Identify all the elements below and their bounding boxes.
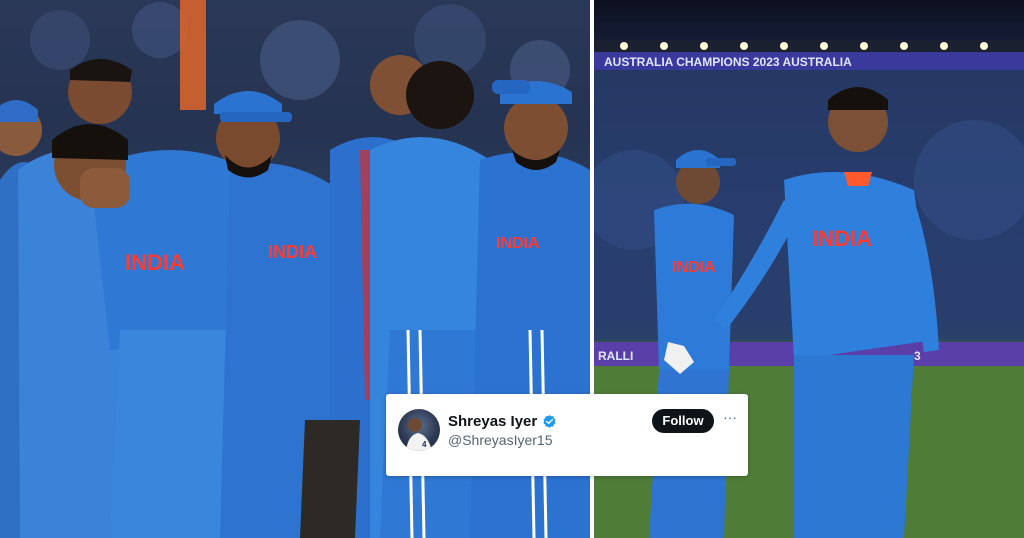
more-options-icon[interactable]: ··· [722, 410, 738, 427]
stadium-lights [594, 40, 1024, 52]
left-jersey-text-3: INDIA [496, 235, 540, 252]
right-jersey-text-2: INDIA [812, 226, 872, 251]
avatar-image: 4 [406, 418, 432, 451]
profile-handle[interactable]: @ShreyasIyer15 [448, 432, 552, 448]
stadium-banner-text: AUSTRALIA CHAMPIONS 2023 AUSTRALIA [604, 55, 852, 69]
left-jersey-text: INDIA [125, 250, 185, 275]
profile-name-row: Shreyas Iyer [448, 412, 557, 430]
verified-badge-icon [543, 414, 556, 428]
board-text-left: RALLI [598, 349, 633, 363]
left-jersey-text-2: INDIA [268, 242, 317, 262]
tweet-profile-card[interactable]: 4 Shreyas Iyer @ShreyasIyer15 Follow ··· [386, 394, 748, 476]
right-jersey-text-1: INDIA [672, 259, 716, 276]
board-text-right: 3 [914, 349, 921, 363]
profile-display-name[interactable]: Shreyas Iyer [448, 413, 537, 430]
svg-text:4: 4 [422, 440, 427, 449]
follow-button[interactable]: Follow [652, 409, 714, 433]
profile-avatar[interactable]: 4 [398, 409, 440, 451]
collage: INDIA INDIA INDIA AUSTRALIA CHAMPIONS 20… [0, 0, 1024, 538]
